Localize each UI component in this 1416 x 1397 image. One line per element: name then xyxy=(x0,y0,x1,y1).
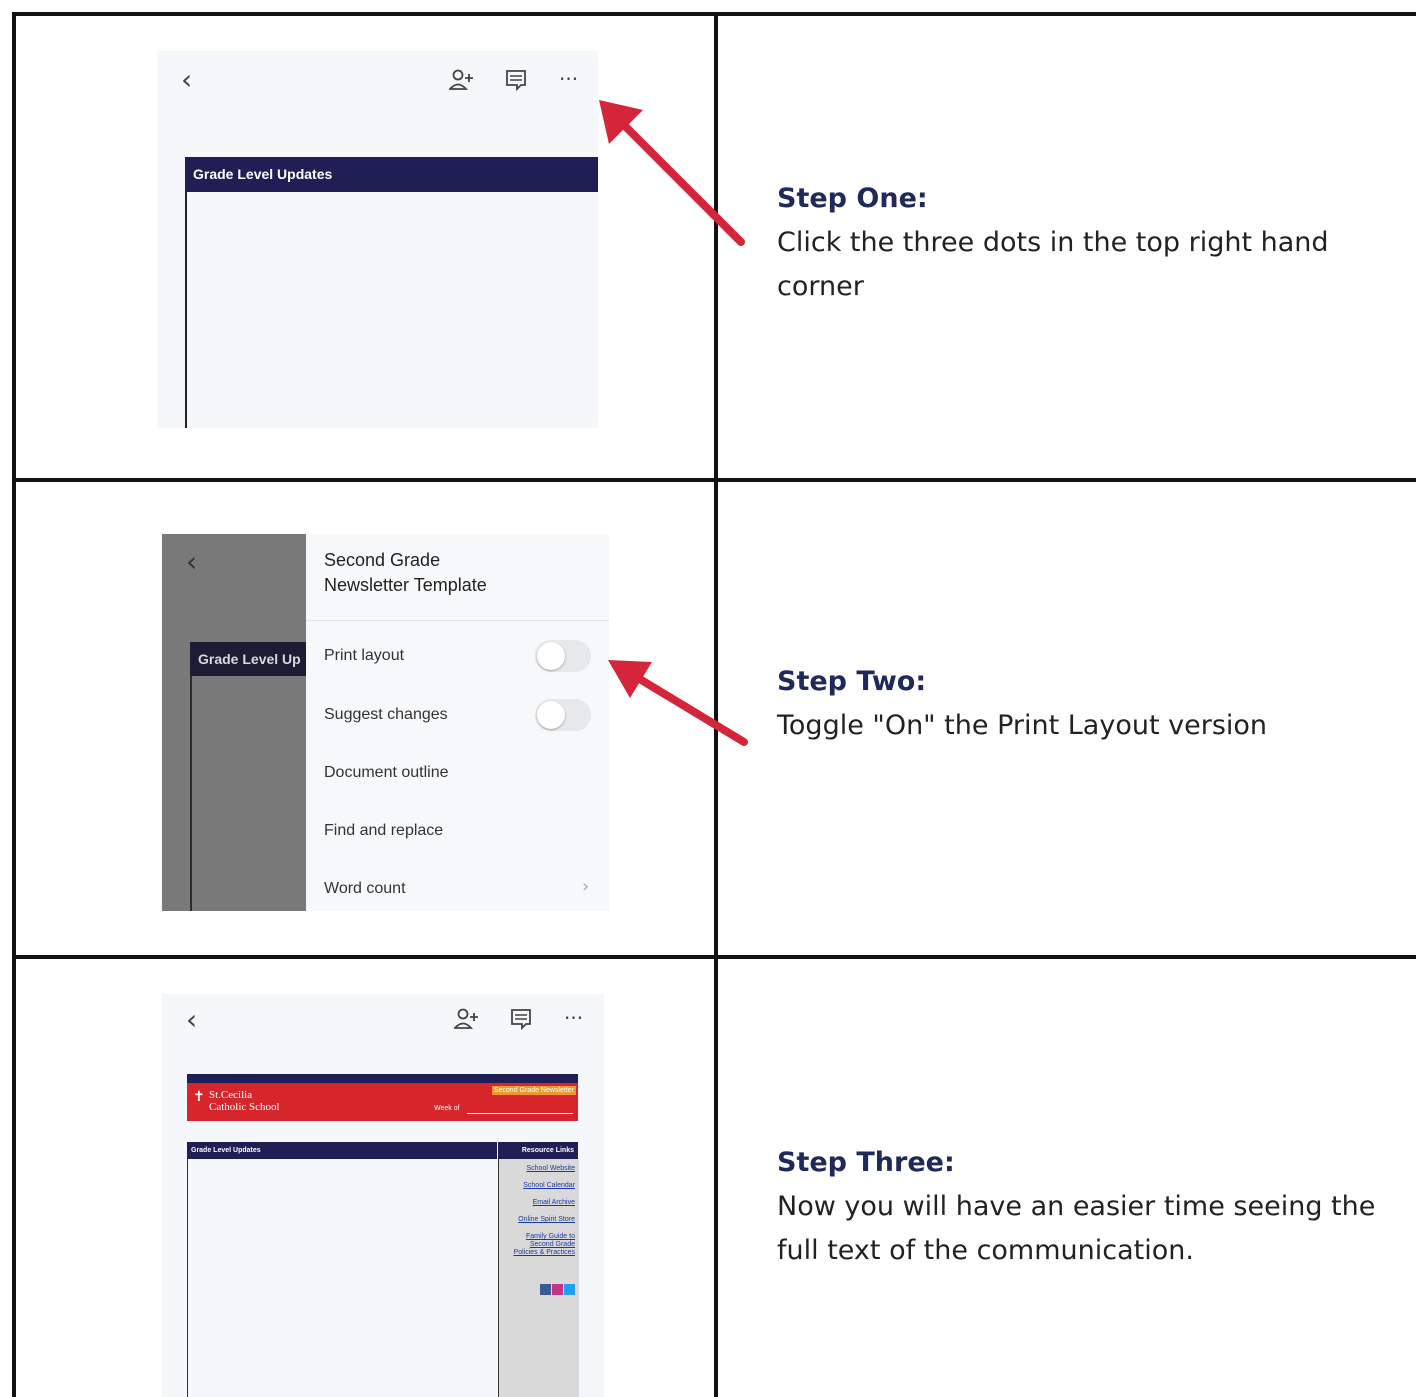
link-family-guide-line-2[interactable]: Second Grade xyxy=(530,1241,575,1248)
resource-links-header: Resource Links xyxy=(498,1142,578,1159)
suggest-changes-toggle[interactable] xyxy=(535,699,591,731)
link-family-guide-line-1[interactable]: Family Guide to xyxy=(526,1233,575,1240)
link-school-website[interactable]: School Website xyxy=(526,1165,575,1172)
school-name-line-2: Catholic School xyxy=(209,1101,280,1113)
step-two-text: Step Two: Toggle "On" the Print Layout v… xyxy=(777,660,1397,748)
more-dots-icon: ··· xyxy=(559,67,579,91)
back-chevron-icon: ‹ xyxy=(181,63,193,96)
link-email-archive[interactable]: Email Archive xyxy=(533,1199,575,1206)
week-of-underline xyxy=(467,1113,573,1114)
screenshot-step-two: ‹ Grade Level Up Second Grade Newsletter… xyxy=(162,534,609,911)
add-person-icon xyxy=(454,1008,478,1029)
link-online-spirit-store[interactable]: Online Spirit Store xyxy=(518,1216,575,1223)
step-one-title: Step One: xyxy=(777,183,928,214)
newsletter-red-banner: ✝ St.Cecilia Catholic School Second Grad… xyxy=(187,1083,578,1121)
comment-icon xyxy=(511,1009,531,1030)
document-menu-panel: Second Grade Newsletter Template Print l… xyxy=(306,534,609,911)
menu-title-line-1: Second Grade xyxy=(324,550,441,570)
menu-title-line-2: Newsletter Template xyxy=(324,575,487,595)
step-two-title: Step Two: xyxy=(777,666,927,697)
grade-level-updates-header: Grade Level Updates xyxy=(187,1142,497,1159)
print-layout-toggle[interactable] xyxy=(535,640,591,672)
link-school-calendar[interactable]: School Calendar xyxy=(523,1182,575,1189)
screenshot-step-one: ‹ ··· Grade Level Updates xyxy=(157,51,598,428)
resource-links-column: School Website School Calendar Email Arc… xyxy=(498,1159,579,1397)
arrow-icon xyxy=(608,660,748,746)
grade-level-updates-header: Grade Level Updates xyxy=(185,157,598,192)
step-three-text: Step Three: Now you will have an easier … xyxy=(777,1141,1397,1273)
step-two-body: Toggle "On" the Print Layout version xyxy=(777,710,1268,741)
instagram-icon[interactable] xyxy=(552,1284,563,1295)
doc-left-border xyxy=(187,1159,188,1397)
link-family-guide-line-3[interactable]: Policies & Practices xyxy=(514,1249,575,1256)
screenshot-step-three: ‹ ··· ✝ St.Cecilia Catholic School Secon… xyxy=(162,994,604,1397)
table-border-left xyxy=(12,12,16,1397)
facebook-icon[interactable] xyxy=(540,1284,551,1295)
school-name: St.Cecilia Catholic School xyxy=(209,1089,280,1113)
newsletter-top-bar xyxy=(187,1074,578,1083)
dimmed-document-overlay: ‹ Grade Level Up xyxy=(162,534,306,911)
menu-divider xyxy=(306,620,609,621)
chevron-right-icon: › xyxy=(582,876,590,897)
week-of-label: Week of xyxy=(434,1105,460,1112)
twitter-icon[interactable] xyxy=(564,1284,575,1295)
school-name-line-1: St.Cecilia xyxy=(209,1089,253,1101)
step-one-body: Click the three dots in the top right ha… xyxy=(777,227,1329,302)
menu-item-find-and-replace[interactable]: Find and replace xyxy=(324,822,443,840)
menu-item-print-layout[interactable]: Print layout xyxy=(324,647,404,665)
step-three-title: Step Three: xyxy=(777,1147,955,1178)
social-icons xyxy=(540,1284,575,1295)
toggle-knob xyxy=(537,642,565,670)
more-dots-icon: ··· xyxy=(564,1006,584,1030)
menu-item-document-outline[interactable]: Document outline xyxy=(324,764,449,782)
step-one-text: Step One: Click the three dots in the to… xyxy=(777,177,1397,309)
menu-item-suggest-changes[interactable]: Suggest changes xyxy=(324,706,448,724)
school-crest-icon: ✝ xyxy=(193,1089,205,1105)
back-chevron-icon: ‹ xyxy=(186,1003,198,1036)
menu-item-word-count[interactable]: Word count xyxy=(324,880,406,898)
back-chevron-icon: ‹ xyxy=(186,545,198,578)
toggle-knob xyxy=(537,701,565,729)
menu-title: Second Grade Newsletter Template xyxy=(324,548,487,598)
newsletter-title-badge: Second Grade Newsletter xyxy=(491,1086,576,1095)
step-three-body: Now you will have an easier time seeing … xyxy=(777,1191,1376,1266)
doc-left-border xyxy=(185,192,187,428)
doc-left-border xyxy=(190,676,192,911)
grade-level-updates-header: Grade Level Up xyxy=(190,642,306,676)
comment-icon xyxy=(506,70,526,91)
add-person-icon xyxy=(449,69,473,90)
arrow-icon xyxy=(599,100,745,246)
